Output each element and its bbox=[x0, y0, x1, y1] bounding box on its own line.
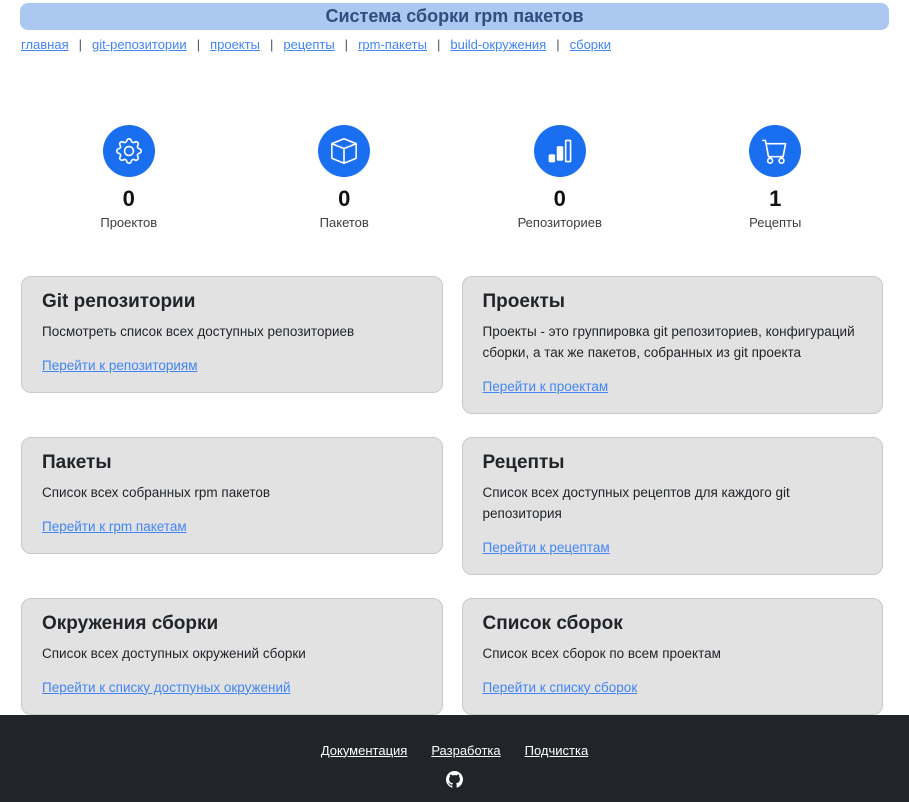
stat-projects-count: 0 bbox=[123, 186, 135, 212]
card-description: Проекты - это группировка git репозитори… bbox=[483, 322, 863, 364]
main-nav: главная | git-репозитории | проекты | ре… bbox=[21, 37, 889, 52]
page-title: Система сборки rpm пакетов bbox=[20, 3, 889, 30]
footer-link-development[interactable]: Разработка bbox=[431, 743, 500, 758]
card-description: Список всех доступных окружений сборки bbox=[42, 644, 422, 665]
stat-projects: 0 Проектов bbox=[21, 125, 237, 230]
nav-link-recipes[interactable]: рецепты bbox=[283, 37, 334, 52]
footer-links: Документация Разработка Подчистка bbox=[321, 743, 588, 758]
card-link-projects[interactable]: Перейти к проектам bbox=[483, 379, 609, 394]
nav-link-git-repos[interactable]: git-репозитории bbox=[92, 37, 187, 52]
bar-chart-icon bbox=[534, 125, 586, 177]
card-description: Список всех собранных rpm пакетов bbox=[42, 483, 422, 504]
card-builds-list: Список сборок Список всех сборок по всем… bbox=[462, 598, 884, 715]
stat-packages-count: 0 bbox=[338, 186, 350, 212]
nav-link-build-environments[interactable]: build-окружения bbox=[450, 37, 546, 52]
card-link-recipes[interactable]: Перейти к рецептам bbox=[483, 540, 610, 555]
stats-section: 0 Проектов 0 Пакетов 0 Репозиториев 1 Ре… bbox=[21, 125, 883, 230]
card-description: Список всех сборок по всем проектам bbox=[483, 644, 863, 665]
card-link-repositories[interactable]: Перейти к репозиториям bbox=[42, 358, 198, 373]
nav-separator: | bbox=[345, 37, 348, 52]
card-link-builds[interactable]: Перейти к списку сборок bbox=[483, 680, 638, 695]
card-description: Список всех доступных рецептов для каждо… bbox=[483, 483, 863, 525]
card-title: Пакеты bbox=[42, 452, 422, 474]
nav-separator: | bbox=[270, 37, 273, 52]
stat-repositories-label: Репозиториев bbox=[518, 215, 602, 230]
nav-separator: | bbox=[556, 37, 559, 52]
nav-separator: | bbox=[79, 37, 82, 52]
stat-packages: 0 Пакетов bbox=[237, 125, 453, 230]
card-packages: Пакеты Список всех собранных rpm пакетов… bbox=[21, 437, 443, 554]
stat-repositories-count: 0 bbox=[554, 186, 566, 212]
card-description: Посмотреть список всех доступных репозит… bbox=[42, 322, 422, 343]
card-link-environments[interactable]: Перейти к списку достпуных окружений bbox=[42, 680, 291, 695]
stat-recipes: 1 Рецепты bbox=[668, 125, 884, 230]
card-git-repositories: Git репозитории Посмотреть список всех д… bbox=[21, 276, 443, 393]
nav-link-builds[interactable]: сборки bbox=[570, 37, 611, 52]
card-title: Рецепты bbox=[483, 452, 863, 474]
card-recipes: Рецепты Список всех доступных рецептов д… bbox=[462, 437, 884, 575]
stat-projects-label: Проектов bbox=[100, 215, 157, 230]
github-icon[interactable] bbox=[446, 771, 463, 788]
card-title: Git репозитории bbox=[42, 291, 422, 313]
card-title: Окружения сборки bbox=[42, 613, 422, 635]
nav-link-projects[interactable]: проекты bbox=[210, 37, 260, 52]
stat-recipes-label: Рецепты bbox=[749, 215, 801, 230]
nav-link-main[interactable]: главная bbox=[21, 37, 69, 52]
nav-link-rpm-packages[interactable]: rpm-пакеты bbox=[358, 37, 427, 52]
nav-separator: | bbox=[437, 37, 440, 52]
nav-separator: | bbox=[197, 37, 200, 52]
cards-grid: Git репозитории Посмотреть список всех д… bbox=[21, 276, 883, 715]
footer-link-cleanup[interactable]: Подчистка bbox=[525, 743, 589, 758]
card-build-environments: Окружения сборки Список всех доступных о… bbox=[21, 598, 443, 715]
card-title: Список сборок bbox=[483, 613, 863, 635]
stat-recipes-count: 1 bbox=[769, 186, 781, 212]
gear-icon bbox=[103, 125, 155, 177]
box-icon bbox=[318, 125, 370, 177]
cart-icon bbox=[749, 125, 801, 177]
stat-repositories: 0 Репозиториев bbox=[452, 125, 668, 230]
footer-link-documentation[interactable]: Документация bbox=[321, 743, 408, 758]
card-link-rpm-packages[interactable]: Перейти к rpm пакетам bbox=[42, 519, 187, 534]
stat-packages-label: Пакетов bbox=[320, 215, 369, 230]
card-projects: Проекты Проекты - это группировка git ре… bbox=[462, 276, 884, 414]
card-title: Проекты bbox=[483, 291, 863, 313]
